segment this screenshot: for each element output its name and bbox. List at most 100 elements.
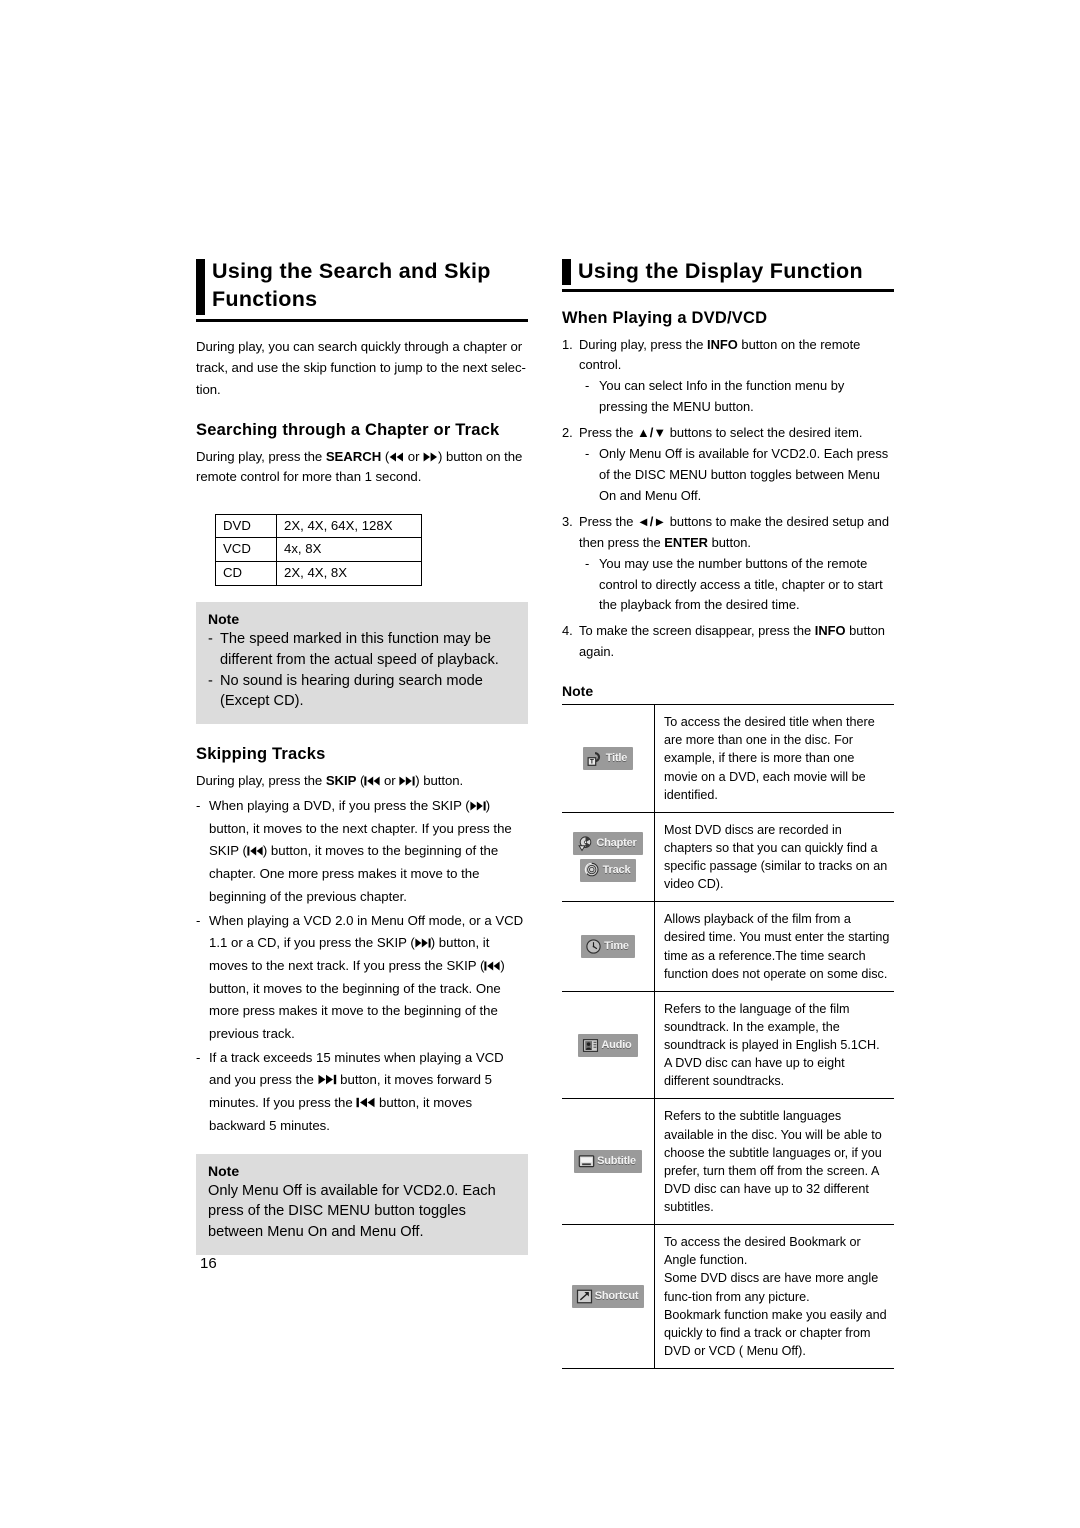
skip-prev-icon xyxy=(356,1097,375,1108)
speed-media-cd: CD xyxy=(215,561,277,587)
table-row: DVD 2X, 4X, 64X, 128X xyxy=(215,513,422,539)
note-box-search: Note The speed marked in this function m… xyxy=(196,602,528,724)
note-text: Only Menu Off is available for VCD2.0. E… xyxy=(208,1182,496,1241)
two-column-layout: Using the Search and Skip Functions Duri… xyxy=(196,258,894,1370)
list-item: You may use the number buttons of the re… xyxy=(585,554,894,617)
display-icon-table: T Title To access the desired title when… xyxy=(562,704,894,1370)
left-right-arrows-icon: ◄/► xyxy=(637,513,667,529)
step3-text-after: button. xyxy=(707,534,751,550)
list-item: 3. Press the ◄/► buttons to make the des… xyxy=(562,512,894,617)
icon-description: Allows playback of the film from a desir… xyxy=(664,912,890,981)
skip-instruction: During play, press the SKIP ( or ) butto… xyxy=(196,771,528,791)
skip-next-icon xyxy=(399,776,415,786)
list-item: The speed marked in this function may be… xyxy=(208,629,516,670)
up-down-arrows-icon: ▲/▼ xyxy=(637,425,667,441)
icon-description: Refers to the language of the film sound… xyxy=(664,1001,880,1089)
skip-next-icon xyxy=(415,938,431,948)
note-box-skip: Note Only Menu Off is available for VCD2… xyxy=(196,1153,528,1255)
step2-text-before: Press the xyxy=(579,425,638,441)
svg-text:T: T xyxy=(590,758,594,765)
step1-keyword: INFO xyxy=(707,336,738,352)
speed-media-vcd: VCD xyxy=(215,537,277,563)
icon-cell-time: Time xyxy=(562,901,655,992)
skip-item1-seg1: When playing a DVD, if you press the SKI… xyxy=(209,798,470,814)
title-chip: T Title xyxy=(582,746,634,770)
subheading-when-playing: When Playing a DVD/VCD xyxy=(562,308,768,327)
chapter-icon xyxy=(578,836,592,852)
section-heading-search: Using the Search and Skip Functions xyxy=(196,258,528,322)
skip-behaviour-list: When playing a DVD, if you press the SKI… xyxy=(196,795,528,1138)
step3-sublist: You may use the number buttons of the re… xyxy=(579,554,894,617)
list-item: When playing a DVD, if you press the SKI… xyxy=(196,795,528,909)
note-title: Note xyxy=(208,1162,240,1179)
icon-description: Most DVD discs are recorded in chapters … xyxy=(664,822,888,892)
step-number: 4. xyxy=(562,623,573,639)
icon-description: To access the desired Bookmark or Angle … xyxy=(664,1235,887,1358)
table-row: CD 2X, 4X, 8X xyxy=(215,561,422,587)
icon-cell-subtitle: Subtitle xyxy=(562,1098,655,1225)
audio-chip: Audio xyxy=(578,1033,638,1057)
skip-next-icon xyxy=(318,1075,336,1085)
page-number: 16 xyxy=(200,1255,217,1272)
speed-values-cd: 2X, 4X, 8X xyxy=(276,561,422,587)
step1-text-before: During play, press the xyxy=(579,336,708,352)
subtitle-icon xyxy=(578,1155,595,1168)
skip-text-before: During play, press the xyxy=(196,772,326,788)
skip-prev-icon xyxy=(484,961,500,971)
note-title: Note xyxy=(562,683,594,700)
icon-table-body: T Title To access the desired title when… xyxy=(562,704,894,1369)
intro-paragraph: During play, you can search quickly thro… xyxy=(196,339,526,397)
search-speed-table: DVD 2X, 4X, 64X, 128X VCD 4x, 8X CD 2X, … xyxy=(215,513,422,587)
subheading-skipping: Skipping Tracks xyxy=(196,744,326,763)
section-heading-display: Using the Display Function xyxy=(562,258,894,292)
time-icon xyxy=(586,939,601,954)
track-chip: Track xyxy=(579,859,637,883)
chip-label: Shortcut xyxy=(594,1290,639,1303)
speed-values-dvd: 2X, 4X, 64X, 128X xyxy=(276,513,422,539)
step-number: 3. xyxy=(562,513,573,529)
icon-cell-audio: Audio xyxy=(562,991,655,1099)
step-number: 2. xyxy=(562,425,573,441)
track-icon xyxy=(584,862,599,877)
subtitle-chip: Subtitle xyxy=(574,1150,642,1174)
step4-text-before: To make the screen disappear, press the xyxy=(579,623,815,639)
subheading-searching: Searching through a Chapter or Track xyxy=(196,421,500,440)
chip-label: Track xyxy=(602,864,631,877)
chip-label: Audio xyxy=(601,1038,632,1051)
list-item: 4. To make the screen disappear, press t… xyxy=(562,621,894,663)
step-number: 1. xyxy=(562,336,573,352)
icon-description: Refers to the subtitle languages availab… xyxy=(664,1109,882,1215)
search-instruction: During play, press the SEARCH ( or ) but… xyxy=(196,447,528,488)
table-row: T Title To access the desired title when… xyxy=(562,704,894,813)
skip-text-after: ) button. xyxy=(415,772,464,788)
skip-text-or: or xyxy=(380,772,400,788)
step3-text-before: Press the xyxy=(579,513,638,529)
icon-description: To access the desired title when there a… xyxy=(664,715,875,802)
step2-text-after: buttons to select the desired item. xyxy=(666,425,863,441)
step2-sublist: Only Menu Off is available for VCD2.0. E… xyxy=(579,444,894,507)
speed-media-dvd: DVD xyxy=(215,513,277,539)
title-icon: T xyxy=(587,752,600,766)
left-column: Using the Search and Skip Functions Duri… xyxy=(196,258,528,1255)
icon-cell-shortcut: Shortcut xyxy=(562,1224,655,1369)
list-item: 1. During play, press the INFO button on… xyxy=(562,335,894,419)
note-title: Note xyxy=(208,611,240,628)
chip-label: Time xyxy=(604,940,629,953)
chip-label: Chapter xyxy=(596,837,637,850)
rewind-icon xyxy=(389,452,404,462)
skip-keyword: SKIP xyxy=(325,772,357,788)
chip-label: Title xyxy=(605,751,628,764)
list-item: 2. Press the ▲/▼ buttons to select the d… xyxy=(562,423,894,507)
chip-label: Subtitle xyxy=(597,1155,636,1168)
list-item: If a track exceeds 15 minutes when playi… xyxy=(196,1047,528,1138)
fast-forward-icon xyxy=(423,452,438,462)
display-steps-list: 1. During play, press the INFO button on… xyxy=(562,335,894,664)
skip-prev-icon xyxy=(364,776,380,786)
search-text-before: During play, press the xyxy=(196,448,326,464)
page-title-left: Using the Search and Skip Functions xyxy=(212,259,491,311)
list-item: No sound is hearing during search mode (… xyxy=(208,671,516,712)
right-column: Using the Display Function When Playing … xyxy=(562,258,894,1370)
table-row: Time Allows playback of the film from a … xyxy=(562,901,894,992)
table-row: Chapter Track Most DVD discs are recorde… xyxy=(562,812,894,902)
step4-keyword: INFO xyxy=(814,623,846,639)
